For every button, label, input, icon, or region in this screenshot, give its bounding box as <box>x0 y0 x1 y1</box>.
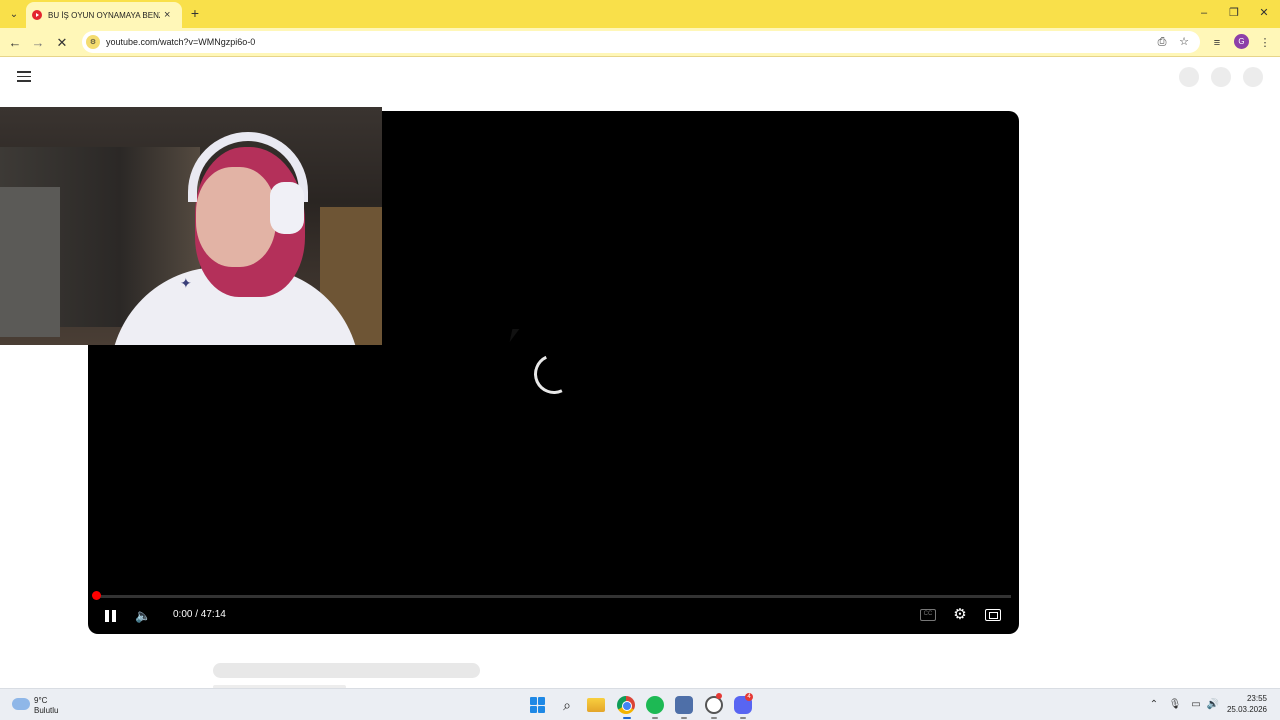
speaker-icon[interactable]: 🔊 <box>1206 698 1220 712</box>
browser-toolbar: ← → ✕ ⚙ youtube.com/watch?v=WMNgzpi6o-0 … <box>0 28 1280 57</box>
active-app-indicator <box>623 717 631 719</box>
progress-scrubber[interactable] <box>92 591 101 600</box>
running-app-indicator <box>740 717 746 719</box>
spotify-icon[interactable] <box>646 696 664 714</box>
progress-bar[interactable] <box>96 595 1011 598</box>
running-app-indicator <box>652 717 658 719</box>
media-controls-icon[interactable]: ≡ <box>1208 34 1226 52</box>
running-app-indicator <box>711 717 717 719</box>
site-info-tune-icon[interactable]: ⚙ <box>86 35 100 49</box>
address-bar[interactable]: ⚙ youtube.com/watch?v=WMNgzpi6o-0 ⎙ ☆ <box>82 31 1200 53</box>
tab-title: BU İŞ OYUN OYNAMAYA BENZE <box>48 10 160 20</box>
browser-tab-strip: ⌄ BU İŞ OYUN OYNAMAYA BENZE × + – ❐ ✕ <box>0 0 1280 28</box>
webcam-overlay: ✦ <box>0 107 382 345</box>
tab-search-chevron-down-icon[interactable]: ⌄ <box>4 4 24 24</box>
file-explorer-icon[interactable] <box>587 698 605 712</box>
weather-temperature[interactable]: 9°C <box>34 696 47 705</box>
hamburger-menu-icon[interactable] <box>17 71 31 82</box>
running-app-indicator <box>681 717 687 719</box>
volume-icon[interactable]: 🔈 <box>135 608 151 624</box>
youtube-favicon-icon <box>32 10 42 20</box>
tab-close-icon[interactable]: × <box>164 9 170 21</box>
title-skeleton <box>213 663 480 678</box>
microphone-icon[interactable]: 🎙 <box>1168 698 1182 712</box>
network-icon[interactable]: ▭ <box>1189 698 1203 712</box>
minimize-button[interactable]: – <box>1194 4 1214 22</box>
chrome-icon[interactable] <box>617 696 635 714</box>
loading-spinner-icon <box>528 348 580 400</box>
forward-arrow-icon[interactable]: → <box>28 33 48 53</box>
weather-description[interactable]: Bulutlu <box>34 706 58 715</box>
notification-dot <box>716 693 722 699</box>
cloud-weather-icon[interactable] <box>12 698 30 710</box>
stop-loading-icon[interactable]: ✕ <box>52 33 72 53</box>
profile-avatar[interactable]: G <box>1234 34 1249 49</box>
search-icon[interactable]: ⌕ <box>558 696 576 714</box>
time-display: 0:00 / 47:14 <box>173 609 226 620</box>
taskbar-date[interactable]: 25.03.2026 <box>1227 705 1267 714</box>
vpn-app-icon[interactable] <box>675 696 693 714</box>
browser-tab-active[interactable]: BU İŞ OYUN OYNAMAYA BENZE × <box>26 2 182 28</box>
install-app-icon[interactable]: ⎙ <box>1154 34 1170 50</box>
header-placeholder <box>1179 67 1199 87</box>
header-placeholder <box>1243 67 1263 87</box>
windows-start-icon[interactable] <box>529 696 547 714</box>
restore-button[interactable]: ❐ <box>1224 4 1244 22</box>
discord-badge: 4 <box>745 693 753 701</box>
tray-chevron-up-icon[interactable]: ⌃ <box>1147 698 1161 712</box>
theater-mode-icon[interactable] <box>985 609 1001 621</box>
settings-gear-icon[interactable]: ⚙ <box>952 607 968 623</box>
back-arrow-icon[interactable]: ← <box>5 33 25 53</box>
header-placeholder <box>1211 67 1231 87</box>
taskbar: 9°C Bulutlu ⌕ 4 ⌃ 🎙 ▭ 🔊 23:55 25.03.2026 <box>0 688 1280 720</box>
close-window-button[interactable]: ✕ <box>1254 4 1274 22</box>
subtitles-icon[interactable]: CC <box>920 609 936 621</box>
url-text[interactable]: youtube.com/watch?v=WMNgzpi6o-0 <box>106 37 255 47</box>
taskbar-time[interactable]: 23:55 <box>1247 694 1267 703</box>
new-tab-button[interactable]: + <box>186 4 204 22</box>
bookmark-star-icon[interactable]: ☆ <box>1176 34 1192 50</box>
kebab-menu-icon[interactable]: ⋮ <box>1256 34 1274 52</box>
pause-button[interactable] <box>104 609 118 623</box>
